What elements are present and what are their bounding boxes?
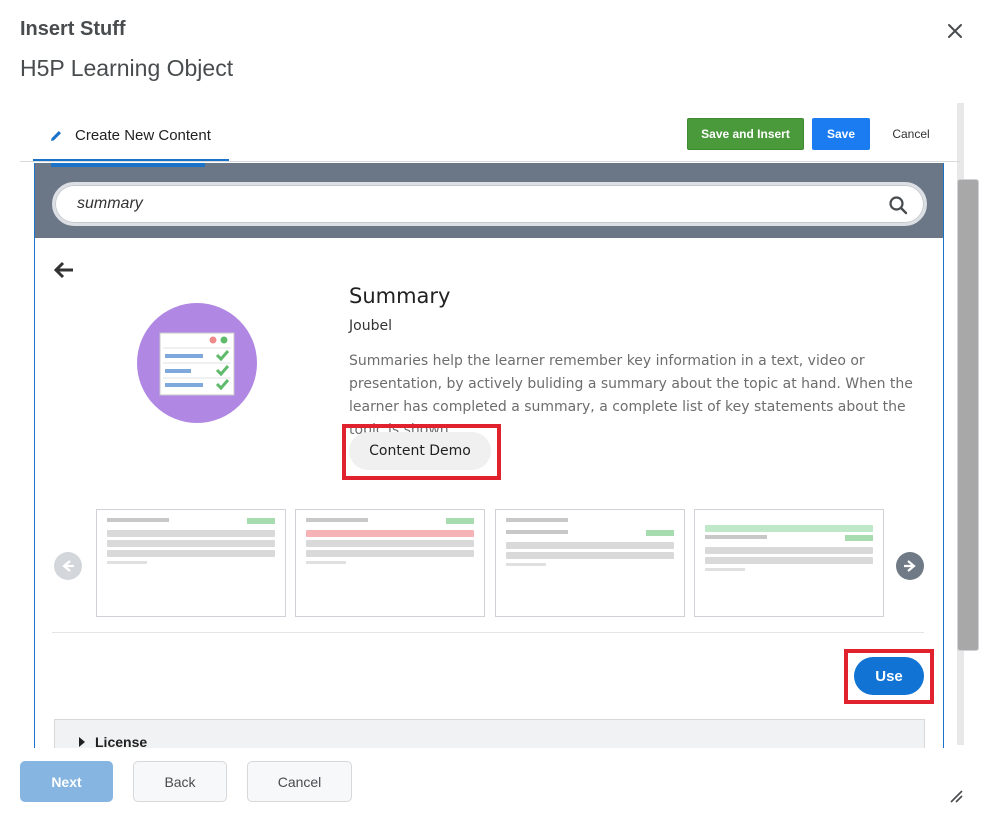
dialog-subtitle: H5P Learning Object	[20, 55, 234, 81]
license-panel[interactable]: License	[54, 719, 925, 748]
back-button[interactable]: Back	[133, 761, 227, 802]
header-divider	[20, 161, 960, 162]
screenshot-thumbnail-4[interactable]	[694, 509, 884, 617]
dialog-title: Insert Stuff	[20, 18, 126, 40]
search-icon[interactable]	[888, 195, 908, 215]
caret-right-icon	[79, 737, 85, 747]
resize-grip-icon[interactable]	[948, 788, 964, 804]
chevron-right-icon	[904, 560, 916, 572]
hub-search-bar: summary	[35, 163, 943, 238]
content-demo-button[interactable]: Content Demo	[349, 432, 491, 470]
search-input[interactable]: summary	[52, 182, 927, 226]
back-arrow-icon[interactable]	[54, 261, 74, 279]
content-type-owner: Joubel	[349, 318, 392, 334]
tab-create-new-content[interactable]: Create New Content	[33, 112, 229, 162]
dialog-scrollbar-thumb[interactable]	[957, 179, 979, 651]
tab-create-label: Create New Content	[75, 127, 211, 144]
dialog-scrollbar[interactable]	[957, 103, 979, 745]
screenshot-thumbnail-3[interactable]	[495, 509, 685, 617]
cancel-button[interactable]: Cancel	[247, 761, 352, 802]
search-input-value: summary	[77, 195, 143, 212]
carousel-next-button[interactable]	[896, 552, 924, 580]
next-button[interactable]: Next	[20, 761, 113, 802]
screenshot-thumbnail-1[interactable]	[96, 509, 286, 617]
license-label: License	[95, 734, 148, 748]
carousel-prev-button[interactable]	[54, 552, 82, 580]
section-divider	[52, 632, 924, 633]
close-icon[interactable]	[944, 20, 966, 42]
save-button[interactable]: Save	[812, 118, 870, 150]
summary-logo-icon	[137, 303, 257, 423]
editor-cancel-button[interactable]: Cancel	[882, 118, 940, 150]
h5p-hub-panel: summary Summary Joubel Summaries help th…	[34, 163, 944, 748]
pencil-icon	[51, 130, 61, 141]
screenshot-thumbnail-2[interactable]	[295, 509, 485, 617]
save-and-insert-button[interactable]: Save and Insert	[687, 118, 804, 150]
chevron-left-icon	[62, 560, 74, 572]
use-button[interactable]: Use	[854, 657, 924, 695]
hub-tab-indicator	[51, 163, 205, 167]
content-type-title: Summary	[349, 284, 451, 308]
